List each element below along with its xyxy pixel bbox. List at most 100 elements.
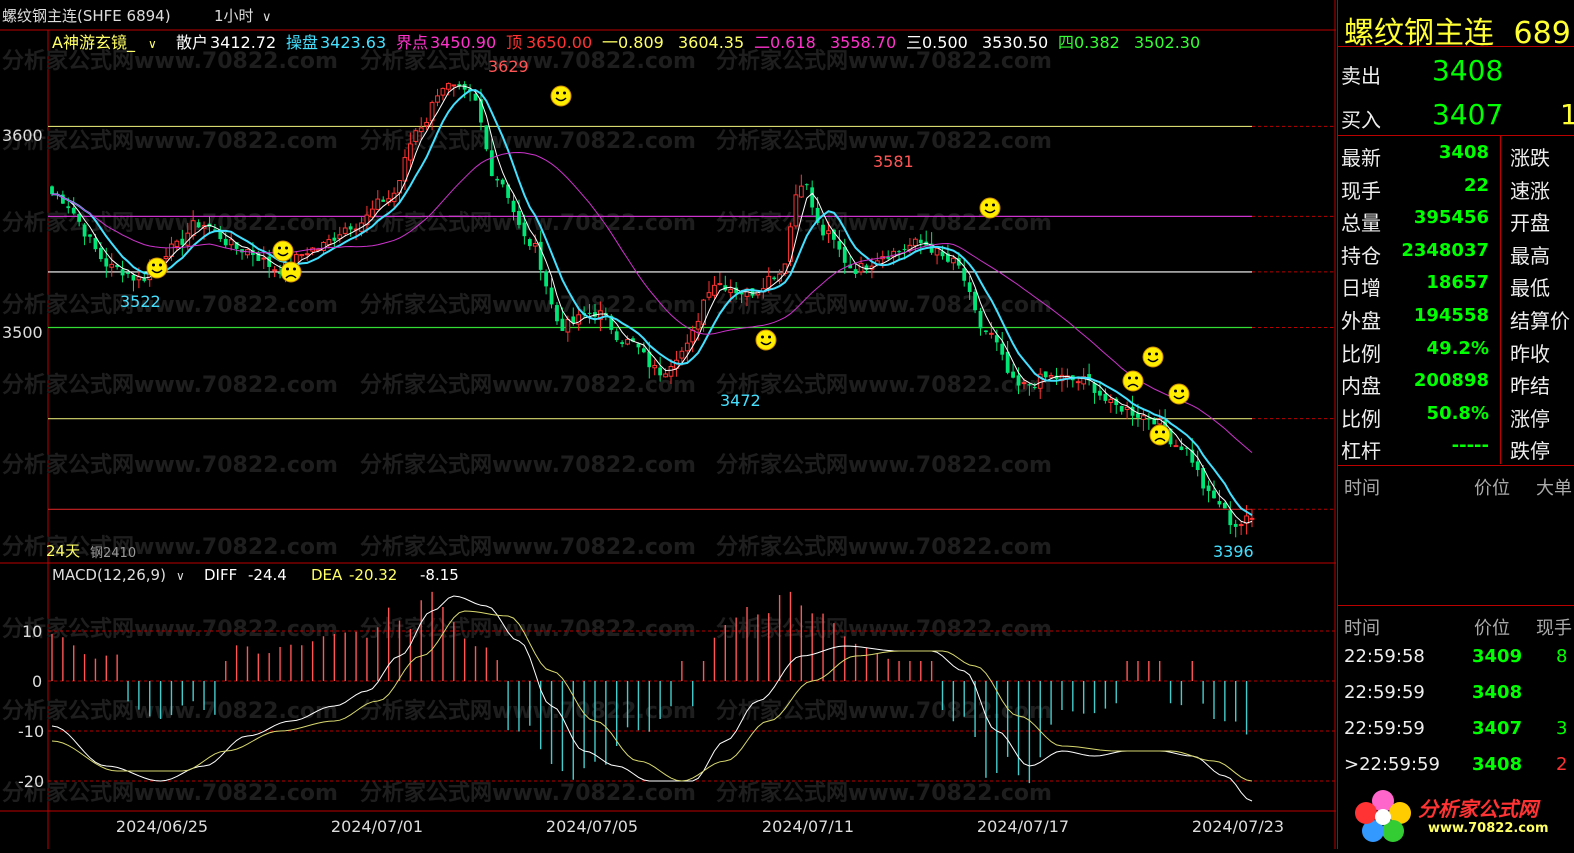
watermark-text: 分析家公式网www.70822.com	[716, 534, 1052, 560]
tick-qty: 3	[1556, 718, 1568, 739]
quote-row-value: 395456	[1413, 207, 1489, 229]
price-annotation: 3581	[873, 152, 914, 171]
chevron-down-icon[interactable]: ∨	[262, 10, 272, 25]
candle-body	[435, 95, 440, 103]
candle-body	[527, 239, 532, 247]
quote-row: 外盘 194558 结算价	[1338, 301, 1574, 333]
candle-body	[1238, 524, 1244, 527]
quote-row-value: 22	[1463, 174, 1489, 196]
tick-time: 22:59:58	[1344, 646, 1425, 667]
duration-note: 24天	[46, 542, 80, 560]
candle-body	[1141, 415, 1146, 420]
smiley-eye	[563, 91, 566, 95]
price-tick-label: 3600	[2, 126, 43, 145]
chart-area[interactable]: 分析家公式网www.70822.com 分析家公式网www.70822.com 分析…	[0, 0, 1336, 849]
tick-price: 3408	[1472, 682, 1523, 703]
quote-row-label: 外盘	[1341, 309, 1381, 333]
candle-body	[1206, 485, 1211, 492]
candle-body	[679, 350, 685, 359]
smiley-eye	[985, 203, 988, 207]
frown-face-icon	[280, 261, 302, 283]
level-value: 3530.50	[982, 33, 1048, 52]
buy-row[interactable]: 买入 3407 1	[1338, 98, 1574, 136]
quote-row-value: -----	[1451, 435, 1489, 457]
candle-body	[88, 234, 92, 237]
candle-body	[912, 238, 918, 247]
candle-body	[489, 150, 494, 177]
watermark-text: 分析家公式网www.70822.com	[716, 616, 1052, 642]
buy-qty: 1	[1560, 98, 1574, 131]
quote-row-label: 最新	[1341, 146, 1381, 170]
smiley-eye	[556, 91, 559, 95]
contract-note: 钢2410	[90, 546, 136, 561]
logo-text: 分析家公式网	[1418, 797, 1538, 821]
chart-title[interactable]: 螺纹钢主连(SHFE 6894)	[2, 7, 171, 25]
candle-body	[418, 127, 424, 132]
quote-row-label2: 涨跌	[1510, 146, 1550, 170]
date-tick-label: 2024/06/25	[116, 817, 208, 836]
watermark-text: 分析家公式网www.70822.com	[2, 128, 338, 154]
candle-body	[196, 222, 201, 228]
candle-body	[668, 365, 674, 377]
quote-row-label2: 昨收	[1510, 341, 1550, 366]
candle-body	[728, 288, 734, 294]
candle-body	[120, 269, 125, 276]
indicator-name[interactable]: A神游玄镜_	[52, 33, 136, 53]
quote-row-label2: 开盘	[1510, 211, 1550, 236]
candle-body	[620, 342, 625, 344]
macd-value: -8.15	[420, 566, 459, 584]
smiley-face-icon	[146, 257, 168, 279]
candle-body	[565, 318, 571, 333]
candle-body	[402, 157, 408, 182]
quote-row: 持仓 2348037 最高	[1338, 236, 1574, 268]
logo: 分析家公式网 www.70822.com	[1338, 783, 1574, 849]
macd-tick-label: 10	[22, 622, 42, 641]
candle-body	[1249, 517, 1255, 520]
tick-price: 3407	[1472, 718, 1523, 739]
tick-row: 22:59:59 3408	[1338, 682, 1574, 718]
quote-row-label: 总量	[1341, 211, 1381, 236]
level-value: 3423.63	[320, 33, 386, 52]
candle-body	[706, 292, 712, 298]
flower-logo-icon	[1355, 790, 1411, 842]
candle-body	[104, 258, 109, 267]
quote-row-value: 18657	[1426, 272, 1489, 294]
candle-body	[1098, 390, 1102, 396]
watermark-text: 分析家公式网www.70822.com	[360, 698, 696, 724]
level-label: 一0.809	[602, 33, 664, 52]
quote-row-label: 日增	[1341, 276, 1381, 301]
smiley-eye	[1181, 389, 1184, 393]
candle-body	[1016, 375, 1021, 386]
candle-body	[587, 312, 592, 314]
candle-body	[50, 186, 54, 195]
tick-time: >22:59:59	[1344, 754, 1440, 775]
price-annotation: 3629	[488, 57, 529, 76]
sell-row[interactable]: 卖出 3408	[1338, 54, 1574, 92]
macd-title[interactable]: MACD(12,26,9)	[52, 566, 166, 584]
candle-body	[1222, 502, 1227, 509]
candle-body	[1244, 515, 1249, 524]
candle-body	[842, 246, 847, 263]
candle-body	[495, 178, 500, 181]
period-selector[interactable]: 1小时	[214, 7, 254, 25]
quote-row: 杠杆 ----- 跌停	[1338, 431, 1574, 463]
candle-body	[826, 230, 831, 235]
quote-row: 总量 395456 开盘	[1338, 203, 1574, 235]
smiley-face-icon	[1142, 346, 1164, 368]
watermark-text: 分析家公式网www.70822.com	[360, 372, 696, 398]
candle-body	[82, 224, 87, 237]
quote-row-value: 50.8%	[1426, 402, 1489, 424]
chevron-down-icon[interactable]: ∨	[148, 37, 157, 51]
watermark-text: 分析家公式网www.70822.com	[716, 292, 1052, 318]
smiley-face-icon	[979, 197, 1001, 219]
quote-row: 日增 18657 最低	[1338, 268, 1574, 300]
candle-body	[695, 320, 701, 330]
watermark-text: 分析家公式网www.70822.com	[716, 372, 1052, 398]
candle-body	[1233, 523, 1238, 527]
sell-price: 3408	[1432, 54, 1504, 87]
candle-body	[304, 253, 310, 256]
candle-body	[163, 256, 169, 260]
chart-svg[interactable]: 分析家公式网www.70822.com 分析家公式网www.70822.com 分析…	[0, 0, 1336, 849]
chevron-down-icon[interactable]: ∨	[176, 569, 185, 583]
quote-row-value: 49.2%	[1426, 337, 1489, 359]
